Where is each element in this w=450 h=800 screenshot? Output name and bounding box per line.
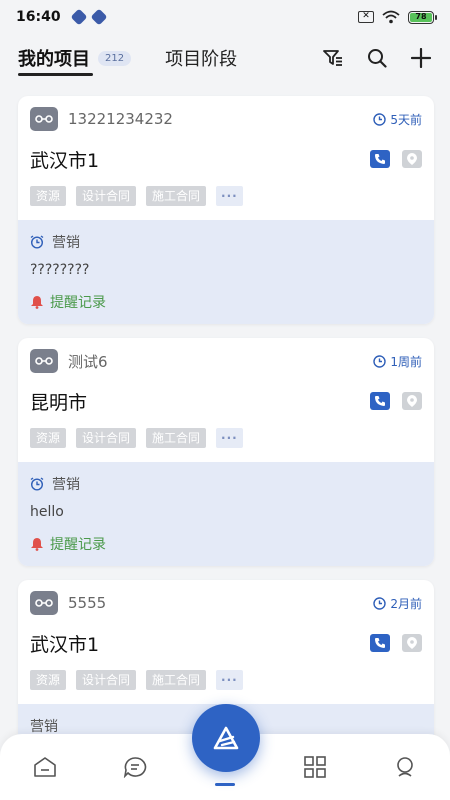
project-owner: 13221234232 (68, 110, 173, 128)
updated-time-label: 1周前 (390, 354, 422, 369)
clock-icon (373, 112, 387, 126)
active-nav-indicator (215, 783, 235, 786)
search-icon[interactable] (366, 47, 388, 69)
avatar (30, 107, 58, 131)
fab-logo-icon (213, 726, 239, 750)
plus-icon[interactable] (410, 47, 432, 69)
more-tags-button[interactable]: ··· (216, 670, 243, 690)
updated-time: 5天前 (373, 111, 422, 128)
tab-project-stage[interactable]: 项目阶段 (165, 36, 237, 80)
tag-list: 资源 设计合同 施工合同 ··· (30, 186, 422, 220)
sim-off-icon: ✕ (358, 11, 374, 23)
avatar (30, 349, 58, 373)
nav-apps[interactable] (270, 734, 360, 800)
clock-icon (373, 354, 387, 368)
stage-panel: 营销 hello 提醒记录 (18, 462, 434, 566)
center-action-button[interactable] (192, 704, 260, 772)
more-tags-button[interactable]: ··· (216, 428, 243, 448)
updated-time-label: 5天前 (390, 112, 422, 127)
location-icon[interactable] (402, 392, 422, 410)
filter-icon[interactable] (322, 47, 344, 69)
tag: 设计合同 (76, 186, 137, 206)
updated-time-label: 2月前 (390, 596, 422, 611)
project-note: hello (30, 504, 64, 520)
remind-record-label: 提醒记录 (50, 537, 106, 553)
tab-project-stage-label: 项目阶段 (165, 49, 238, 70)
remind-record-label: 提醒记录 (50, 295, 106, 311)
project-count-badge: 212 (98, 50, 132, 66)
bell-icon (31, 296, 43, 309)
battery-level: 78 (410, 12, 432, 22)
project-card[interactable]: 测试6 1周前 昆明市 资源 设计合同 施工合同 ··· 营销 hello 提醒… (18, 338, 434, 566)
grid-icon (304, 756, 326, 778)
status-bar: 16:40 ✕ 78 (0, 0, 450, 34)
stage-label: 营销 (52, 477, 80, 493)
status-time: 16:40 (16, 9, 61, 25)
tag: 设计合同 (76, 670, 137, 690)
updated-time: 2月前 (373, 595, 422, 612)
profile-icon (397, 757, 413, 777)
project-card[interactable]: 13221234232 5天前 武汉市1 资源 设计合同 施工合同 ··· 营销… (18, 96, 434, 324)
tag-list: 资源 设计合同 施工合同 ··· (30, 428, 422, 462)
nav-messages[interactable] (90, 734, 180, 800)
wifi-icon (382, 10, 400, 24)
tag: 资源 (30, 428, 67, 448)
tag: 施工合同 (146, 670, 207, 690)
stage-panel: 营销 ???????? 提醒记录 (18, 220, 434, 324)
bell-icon (31, 538, 43, 551)
battery-icon: 78 (408, 10, 437, 24)
alarm-icon (30, 477, 44, 491)
tag: 施工合同 (146, 428, 207, 448)
clock-icon (373, 596, 387, 610)
remind-record-link[interactable]: 提醒记录 (30, 292, 422, 312)
active-tab-indicator (18, 73, 94, 76)
tag: 施工合同 (146, 186, 207, 206)
project-city: 武汉市1 (30, 149, 100, 172)
location-icon[interactable] (402, 150, 422, 168)
tag: 设计合同 (76, 428, 137, 448)
alarm-icon (30, 235, 44, 249)
updated-time: 1周前 (373, 353, 422, 370)
phone-icon[interactable] (370, 634, 390, 652)
more-tags-button[interactable]: ··· (216, 186, 243, 206)
project-note: ???????? (30, 262, 90, 278)
stage-label: 营销 (52, 235, 80, 251)
project-owner: 测试6 (68, 352, 108, 371)
remind-record-link[interactable]: 提醒记录 (30, 534, 422, 554)
tab-my-projects-label: 我的项目 (18, 49, 90, 70)
avatar (30, 591, 58, 615)
nav-home[interactable] (0, 734, 90, 800)
phone-icon[interactable] (370, 150, 390, 168)
nav-profile[interactable] (360, 734, 450, 800)
app-notification-icon (70, 8, 88, 26)
tag: 资源 (30, 670, 67, 690)
top-header: 我的项目 212 项目阶段 (0, 36, 450, 80)
chat-icon (123, 757, 147, 778)
tag: 资源 (30, 186, 67, 206)
project-city: 昆明市 (30, 391, 88, 414)
tab-my-projects[interactable]: 我的项目 212 (18, 36, 132, 80)
location-icon[interactable] (402, 634, 422, 652)
project-city: 武汉市1 (30, 633, 100, 656)
app-notification-icon (90, 8, 108, 26)
project-owner: 5555 (68, 594, 107, 612)
phone-icon[interactable] (370, 392, 390, 410)
project-list: 13221234232 5天前 武汉市1 资源 设计合同 施工合同 ··· 营销… (18, 96, 434, 762)
tag-list: 资源 设计合同 施工合同 ··· (30, 670, 422, 704)
home-icon (34, 757, 56, 777)
